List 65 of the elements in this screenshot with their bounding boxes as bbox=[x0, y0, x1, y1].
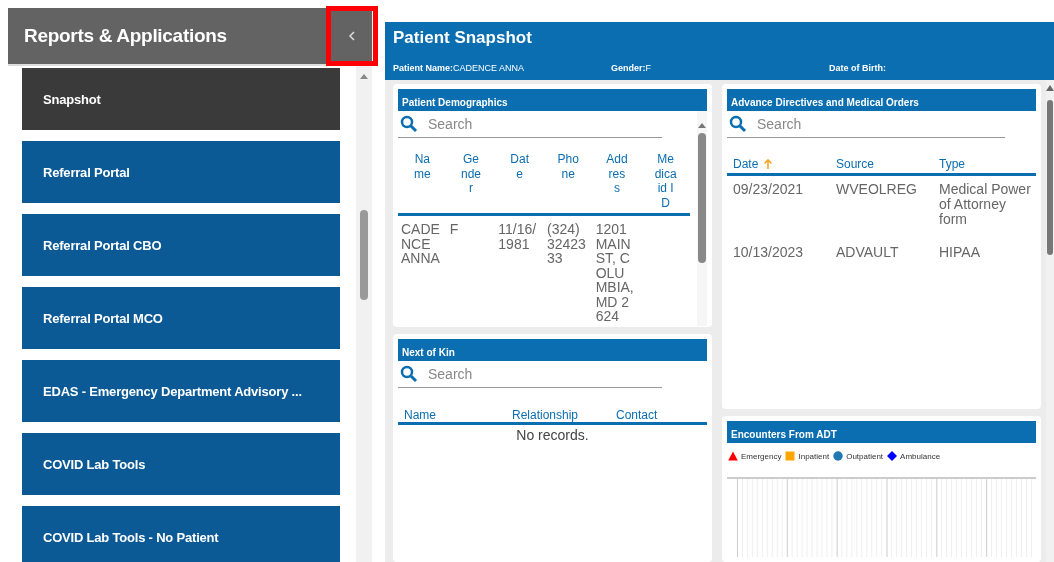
sidebar-item[interactable]: Referral Portal CBO bbox=[22, 214, 340, 276]
column-header[interactable]: Gender bbox=[446, 152, 496, 215]
search-field[interactable]: Search bbox=[727, 111, 1005, 138]
sidebar-title: Reports & Applications bbox=[24, 25, 227, 47]
table-cell: CADENCE ANNA bbox=[401, 222, 440, 266]
table-cell: 11/16/1981 bbox=[498, 222, 538, 251]
sidebar-item[interactable]: EDAS - Emergency Department Advisory ... bbox=[22, 360, 340, 422]
scroll-up-icon[interactable] bbox=[359, 72, 369, 80]
scrollbar-thumb[interactable] bbox=[360, 210, 368, 300]
table-cell: 10/13/2023 bbox=[733, 244, 804, 260]
panel-header: Advance Directives and Medical Orders bbox=[727, 89, 1036, 111]
search-input[interactable]: Search bbox=[428, 116, 628, 132]
sort-up-icon bbox=[763, 158, 774, 170]
column-header[interactable]: Contact bbox=[610, 408, 658, 422]
column-header[interactable]: Address bbox=[592, 152, 642, 215]
search-icon bbox=[729, 115, 747, 133]
sidebar-item[interactable]: COVID Lab Tools bbox=[22, 433, 340, 495]
table-cell-text: F bbox=[449, 222, 460, 237]
scrollbar[interactable] bbox=[1046, 80, 1054, 562]
legend-label: Emergency bbox=[741, 451, 782, 461]
column-header[interactable]: Date bbox=[733, 157, 774, 171]
scroll-up-icon[interactable] bbox=[697, 121, 707, 129]
table-cell: ADVAULT bbox=[836, 244, 899, 260]
patient-info: Date of Birth: bbox=[829, 63, 886, 73]
scrollbar[interactable] bbox=[356, 66, 372, 562]
search-icon bbox=[400, 115, 418, 133]
table-cell: 09/23/2021 bbox=[733, 181, 804, 197]
scrollbar-thumb[interactable] bbox=[1047, 100, 1053, 255]
empty-message: No records. bbox=[515, 426, 590, 443]
page-title: Patient Snapshot bbox=[393, 28, 533, 48]
column-header[interactable]: Name bbox=[398, 408, 506, 422]
table-cell: (324) 3242333 bbox=[546, 222, 586, 266]
panel-header: Encounters From ADT bbox=[727, 421, 1036, 443]
table-cell: Medical Power of Attorney form bbox=[939, 181, 1031, 227]
search-field[interactable]: Search bbox=[398, 111, 662, 138]
column-header[interactable]: Name bbox=[398, 152, 447, 215]
column-header[interactable]: Relationship bbox=[506, 408, 610, 422]
sidebar-item[interactable]: Snapshot bbox=[22, 68, 340, 130]
column-header[interactable]: Source bbox=[836, 157, 875, 171]
panel-header: Next of Kin bbox=[398, 339, 707, 361]
patient-info: Gender:F bbox=[611, 63, 652, 73]
sidebar-item[interactable]: COVID Lab Tools - No Patient bbox=[22, 506, 340, 562]
table-cell: HIPAA bbox=[939, 244, 980, 260]
column-header[interactable]: Phone bbox=[543, 152, 593, 215]
scrollbar-thumb[interactable] bbox=[698, 133, 706, 263]
search-icon bbox=[400, 365, 418, 383]
legend-label: Inpatient bbox=[798, 451, 830, 461]
sidebar-item[interactable]: Referral Portal bbox=[22, 141, 340, 203]
table-cell: WVEOLREG bbox=[836, 181, 917, 197]
sidebar-item[interactable]: Referral Portal MCO bbox=[22, 287, 340, 349]
search-input[interactable]: Search bbox=[428, 366, 628, 382]
search-field[interactable]: Search bbox=[398, 361, 662, 388]
legend-label: Ambulance bbox=[900, 451, 941, 461]
search-input[interactable]: Search bbox=[757, 116, 957, 132]
table-cell: 1201 MAIN ST, COLUMBIA, MD 2624 bbox=[595, 222, 635, 324]
column-header[interactable]: Medicaid ID bbox=[641, 152, 690, 215]
legend-label: Outpatient bbox=[846, 451, 884, 461]
scroll-up-icon[interactable] bbox=[1046, 84, 1054, 92]
scrollbar[interactable] bbox=[697, 111, 707, 326]
column-header[interactable]: Date bbox=[495, 152, 544, 215]
patient-info: Patient Name:CADENCE ANNA bbox=[393, 63, 526, 73]
column-header[interactable]: Type bbox=[939, 157, 965, 171]
collapse-button[interactable] bbox=[326, 6, 378, 66]
chevron-left-icon bbox=[348, 31, 356, 41]
panel-header: Patient Demographics bbox=[398, 89, 707, 111]
